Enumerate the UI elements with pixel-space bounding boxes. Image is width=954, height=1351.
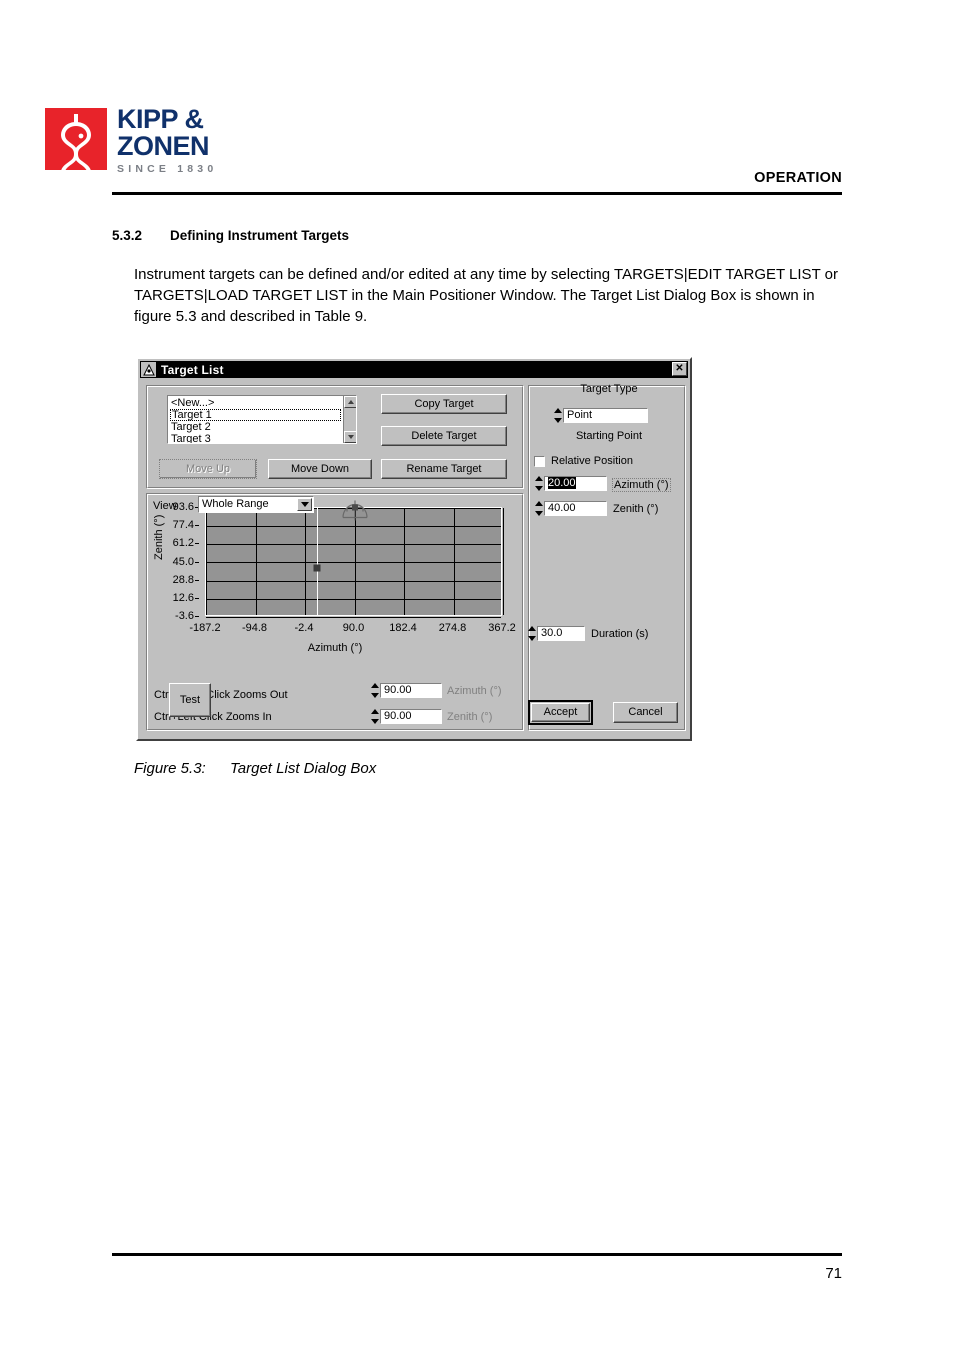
y-axis-tick: -3.6	[175, 610, 199, 622]
gridline-horizontal	[206, 599, 501, 600]
y-axis-tick: 12.6	[172, 591, 200, 604]
page-number: 71	[825, 1265, 842, 1282]
kipp-zonen-logo-mark	[45, 108, 107, 170]
x-axis-tick: 182.4	[389, 622, 417, 634]
target-type-spinner[interactable]	[553, 408, 562, 423]
duration-unit: Duration (s)	[591, 628, 649, 640]
cursor-zenith-unit: Zenith (°)	[447, 711, 493, 723]
close-icon[interactable]: ✕	[672, 362, 687, 376]
x-axis-tick: -94.8	[241, 622, 268, 634]
gridline-vertical	[305, 508, 306, 615]
listbox-scrollbar[interactable]	[343, 396, 356, 443]
target-listbox-items: <New...> Target 1 Target 2 Target 3	[170, 397, 341, 443]
cursor-zenith-spinner[interactable]	[370, 709, 379, 724]
scroll-down-icon[interactable]	[344, 431, 356, 443]
x-axis-tick: 274.8	[438, 622, 467, 634]
page-header-title: OPERATION	[754, 170, 842, 186]
section-title: Defining Instrument Targets	[170, 228, 350, 243]
brand-since: SINCE 1830	[117, 163, 218, 175]
gridline-vertical	[206, 508, 207, 615]
brand-name-line2: ZONEN	[117, 131, 210, 161]
relative-position-checkbox[interactable]	[534, 456, 545, 467]
view-select-value: Whole Range	[202, 498, 269, 510]
delete-target-button[interactable]: Delete Target	[381, 426, 507, 446]
dialog-title: Target List	[161, 362, 224, 377]
y-axis-label: Zenith (°)	[153, 514, 165, 560]
app-triangle-icon	[141, 362, 156, 377]
azimuth-zenith-plot[interactable]	[205, 500, 504, 618]
chevron-down-icon[interactable]	[297, 498, 312, 511]
y-axis-tick: 61.2	[172, 537, 200, 550]
target-listbox[interactable]: <New...> Target 1 Target 2 Target 3	[167, 395, 357, 444]
starting-point-label: Starting Point	[575, 430, 643, 442]
brand-logo: KIPP & ZONEN SINCE 1830	[45, 106, 295, 175]
x-axis-tick: -2.4	[294, 622, 314, 634]
list-item[interactable]: <New...>	[170, 397, 341, 409]
section-number: 5.3.2	[112, 228, 143, 243]
cursor-azimuth-field[interactable]: 90.00	[380, 683, 442, 698]
cursor-zenith-field[interactable]: 90.00	[380, 709, 442, 724]
start-azimuth-field[interactable]: 20.00	[544, 476, 607, 491]
body-paragraph: Instrument targets can be defined and/or…	[134, 266, 838, 325]
figure-caption-number: Figure 5.3:	[134, 760, 206, 777]
duration-field[interactable]: 30.0	[537, 626, 585, 641]
duration-spinner[interactable]	[527, 626, 536, 641]
plot-cursor-line[interactable]	[317, 508, 318, 615]
copy-target-button[interactable]: Copy Target	[381, 394, 507, 414]
x-axis-tick: 367.2	[488, 622, 516, 634]
gridline-vertical	[454, 508, 455, 615]
header-divider	[112, 192, 842, 195]
x-axis-tick: 90.0	[342, 622, 365, 634]
cursor-azimuth-spinner[interactable]	[370, 683, 379, 698]
target-type-field[interactable]: Point	[563, 408, 648, 423]
list-item[interactable]: Target 1	[170, 409, 341, 421]
gridline-vertical	[503, 508, 504, 615]
panel-bevel: <New...> Target 1 Target 2 Target 3 Copy…	[147, 386, 523, 488]
start-zenith-spinner[interactable]	[534, 501, 543, 516]
target-marker[interactable]	[313, 564, 321, 572]
dialog-titlebar[interactable]: Target List ✕	[140, 361, 688, 378]
gridline-vertical	[404, 508, 405, 615]
gridline-horizontal	[206, 526, 501, 527]
x-axis-tick: -187.2	[189, 622, 221, 634]
figure-caption: Figure 5.3: Target List Dialog Box	[134, 760, 376, 777]
start-zenith-field[interactable]: 40.00	[544, 501, 607, 516]
cancel-button[interactable]: Cancel	[613, 702, 678, 723]
target-list-panel: <New...> Target 1 Target 2 Target 3 Copy…	[146, 385, 524, 489]
accept-button[interactable]: Accept	[531, 703, 590, 722]
move-down-button[interactable]: Move Down	[268, 459, 372, 479]
scroll-up-icon[interactable]	[344, 396, 356, 408]
gridline-horizontal	[206, 544, 501, 545]
brand-name-line1: KIPP &	[117, 104, 204, 134]
list-item[interactable]: Target 2	[170, 421, 341, 433]
view-label: View	[153, 500, 177, 512]
move-up-button: Move Up	[159, 459, 257, 479]
start-zenith-unit: Zenith (°)	[613, 503, 659, 515]
brand-wordmark: KIPP & ZONEN SINCE 1830	[117, 104, 218, 176]
footer-divider	[112, 1253, 842, 1256]
gridline-vertical	[256, 508, 257, 615]
gridline-horizontal	[206, 581, 501, 582]
list-item[interactable]: Target 3	[170, 433, 341, 443]
target-type-label: Target Type	[580, 383, 638, 395]
start-azimuth-value: 20.00	[548, 477, 576, 489]
test-button[interactable]: Test	[169, 683, 211, 717]
sun-dome-indicator[interactable]	[341, 500, 369, 524]
cursor-azimuth-unit: Azimuth (°)	[447, 685, 502, 697]
x-axis-label: Azimuth (°)	[307, 642, 363, 654]
y-axis-tick: 77.4	[172, 519, 200, 532]
y-axis-tick: 45.0	[172, 555, 200, 568]
view-select[interactable]: Whole Range	[198, 496, 314, 513]
start-azimuth-spinner[interactable]	[534, 476, 543, 491]
rename-target-button[interactable]: Rename Target	[381, 459, 507, 479]
y-axis-tick: 28.8	[172, 573, 200, 586]
relative-position-label: Relative Position	[551, 455, 633, 467]
gridline-horizontal	[206, 617, 501, 618]
figure-caption-text: Target List Dialog Box	[230, 760, 377, 777]
start-azimuth-unit: Azimuth (°)	[612, 478, 671, 492]
gridline-horizontal	[206, 562, 501, 563]
gridline-vertical	[355, 508, 356, 615]
